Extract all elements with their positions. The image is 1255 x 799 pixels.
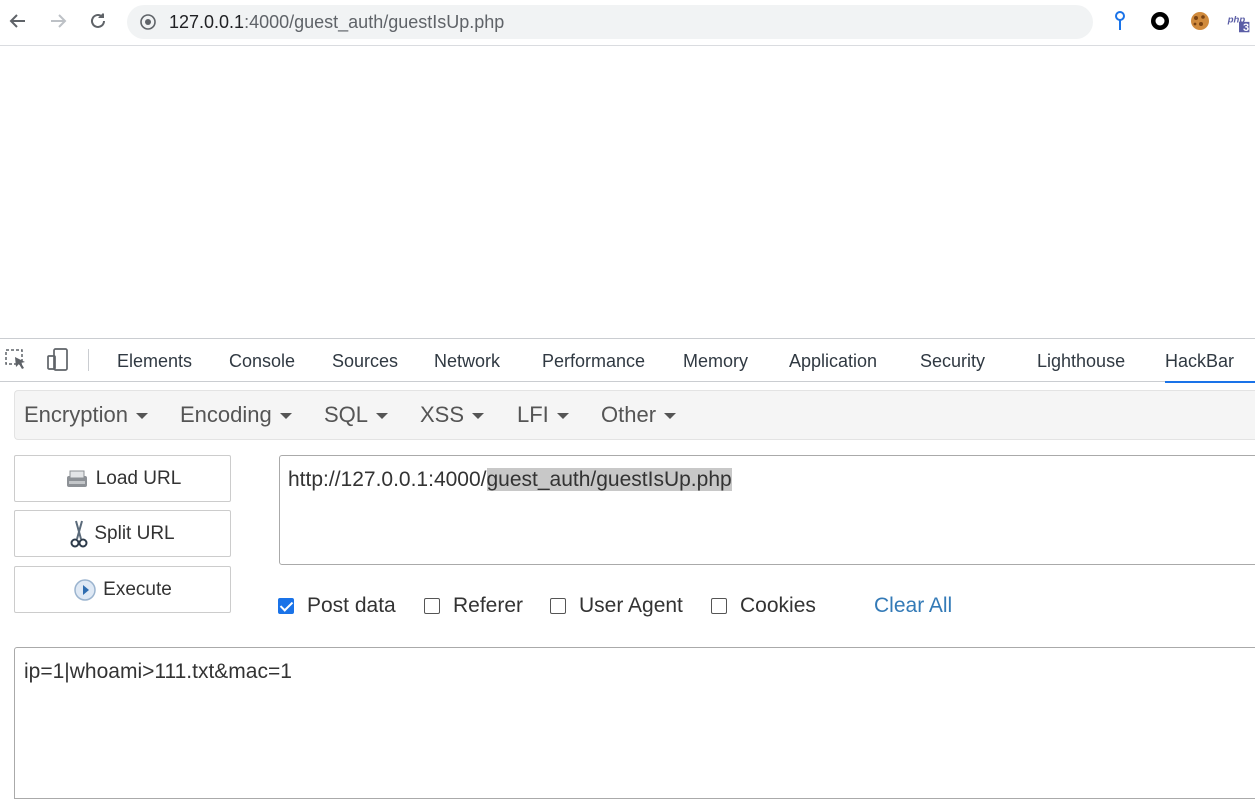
caret-down-icon xyxy=(556,413,569,420)
tab-sources[interactable]: Sources xyxy=(332,339,398,381)
tab-security[interactable]: Security xyxy=(920,339,985,381)
split-url-button[interactable]: Split URL xyxy=(14,510,231,557)
url-path: :4000/guest_auth/guestIsUp.php xyxy=(244,12,505,32)
caret-down-icon xyxy=(279,413,292,420)
checkbox-checked-icon[interactable] xyxy=(278,598,294,614)
caret-down-icon xyxy=(472,413,485,420)
url-textarea-value: http://127.0.0.1:4000/guest_auth/guestIs… xyxy=(288,468,732,492)
menu-encoding-label: Encoding xyxy=(180,402,272,427)
scissors-icon xyxy=(70,519,88,549)
menu-other-label: Other xyxy=(601,402,657,427)
url-selected-part: guest_auth/guestIsUp.php xyxy=(486,468,732,491)
tab-lighthouse[interactable]: Lighthouse xyxy=(1037,339,1125,381)
menu-sql[interactable]: SQL xyxy=(324,391,389,439)
execute-label: Execute xyxy=(103,578,172,600)
load-url-label: Load URL xyxy=(95,467,182,489)
post-data-value: ip=1|whoami>111.txt&mac=1 xyxy=(24,660,292,683)
split-url-label: Split URL xyxy=(94,522,175,544)
menu-other[interactable]: Other xyxy=(601,391,677,439)
menu-encoding[interactable]: Encoding xyxy=(180,391,292,439)
play-icon xyxy=(73,578,97,602)
tab-console[interactable]: Console xyxy=(229,339,295,381)
url-textarea[interactable]: http://127.0.0.1:4000/guest_auth/guestIs… xyxy=(279,455,1255,565)
post-data-textarea[interactable]: ip=1|whoami>111.txt&mac=1 xyxy=(14,647,1255,799)
caret-down-icon xyxy=(376,413,389,420)
tab-memory[interactable]: Memory xyxy=(683,339,748,381)
menu-lfi-label: LFI xyxy=(517,402,549,427)
cookies-label: Cookies xyxy=(740,594,816,617)
back-icon[interactable] xyxy=(4,7,32,35)
load-url-icon xyxy=(64,468,90,490)
checkbox-icon[interactable] xyxy=(711,598,727,614)
menu-lfi[interactable]: LFI xyxy=(517,391,569,439)
url-host: 127.0.0.1 xyxy=(169,12,245,32)
tab-network[interactable]: Network xyxy=(434,339,500,381)
user-agent-label: User Agent xyxy=(579,594,683,617)
referer-checkbox[interactable]: Referer xyxy=(424,592,523,620)
post-data-label: Post data xyxy=(307,594,396,617)
post-data-checkbox[interactable]: Post data xyxy=(278,592,396,620)
tab-performance[interactable]: Performance xyxy=(542,339,645,381)
menu-xss-label: XSS xyxy=(420,402,465,427)
execute-button[interactable]: Execute xyxy=(14,566,231,613)
cookies-checkbox[interactable]: Cookies xyxy=(711,592,816,620)
user-agent-checkbox[interactable]: User Agent xyxy=(550,592,683,620)
devtools-panel: Elements Console Sources Network Perform… xyxy=(0,338,1255,799)
referer-label: Referer xyxy=(453,594,524,617)
url-plain-part: http://127.0.0.1:4000/ xyxy=(288,468,487,491)
php-badge-count: 3 xyxy=(1243,22,1250,34)
clear-all-link[interactable]: Clear All xyxy=(874,592,952,620)
pin-icon[interactable] xyxy=(1107,8,1133,34)
page-content xyxy=(0,46,1255,338)
checkbox-icon[interactable] xyxy=(550,598,566,614)
menu-sql-label: SQL xyxy=(324,402,369,427)
caret-down-icon xyxy=(664,413,677,420)
menu-encryption-label: Encryption xyxy=(24,402,128,427)
url-text: 127.0.0.1:4000/guest_auth/guestIsUp.php xyxy=(169,12,504,33)
reload-icon[interactable] xyxy=(84,7,112,35)
caret-down-icon xyxy=(135,413,148,420)
cookie-icon[interactable] xyxy=(1187,8,1213,34)
address-bar[interactable]: 127.0.0.1:4000/guest_auth/guestIsUp.php xyxy=(127,5,1093,39)
menu-xss[interactable]: XSS xyxy=(420,391,485,439)
load-url-button[interactable]: Load URL xyxy=(14,455,231,502)
forward-icon[interactable] xyxy=(44,7,72,35)
menu-encryption[interactable]: Encryption xyxy=(24,391,148,439)
inspect-element-icon[interactable] xyxy=(5,349,29,376)
tab-divider xyxy=(88,349,89,371)
checkbox-icon[interactable] xyxy=(424,598,440,614)
browser-toolbar: 127.0.0.1:4000/guest_auth/guestIsUp.php … xyxy=(0,0,1255,46)
device-toolbar-icon[interactable] xyxy=(46,348,70,377)
tab-application[interactable]: Application xyxy=(789,339,877,381)
circle-icon[interactable] xyxy=(1147,8,1173,34)
tab-hackbar[interactable]: HackBar xyxy=(1165,339,1255,383)
devtools-tabbar: Elements Console Sources Network Perform… xyxy=(0,339,1255,383)
php-icon[interactable]: php 3 xyxy=(1226,8,1252,34)
site-info-icon[interactable] xyxy=(140,14,156,35)
hackbar-menu: Encryption Encoding SQL XSS LFI Other xyxy=(14,390,1255,440)
tab-elements[interactable]: Elements xyxy=(117,339,192,381)
